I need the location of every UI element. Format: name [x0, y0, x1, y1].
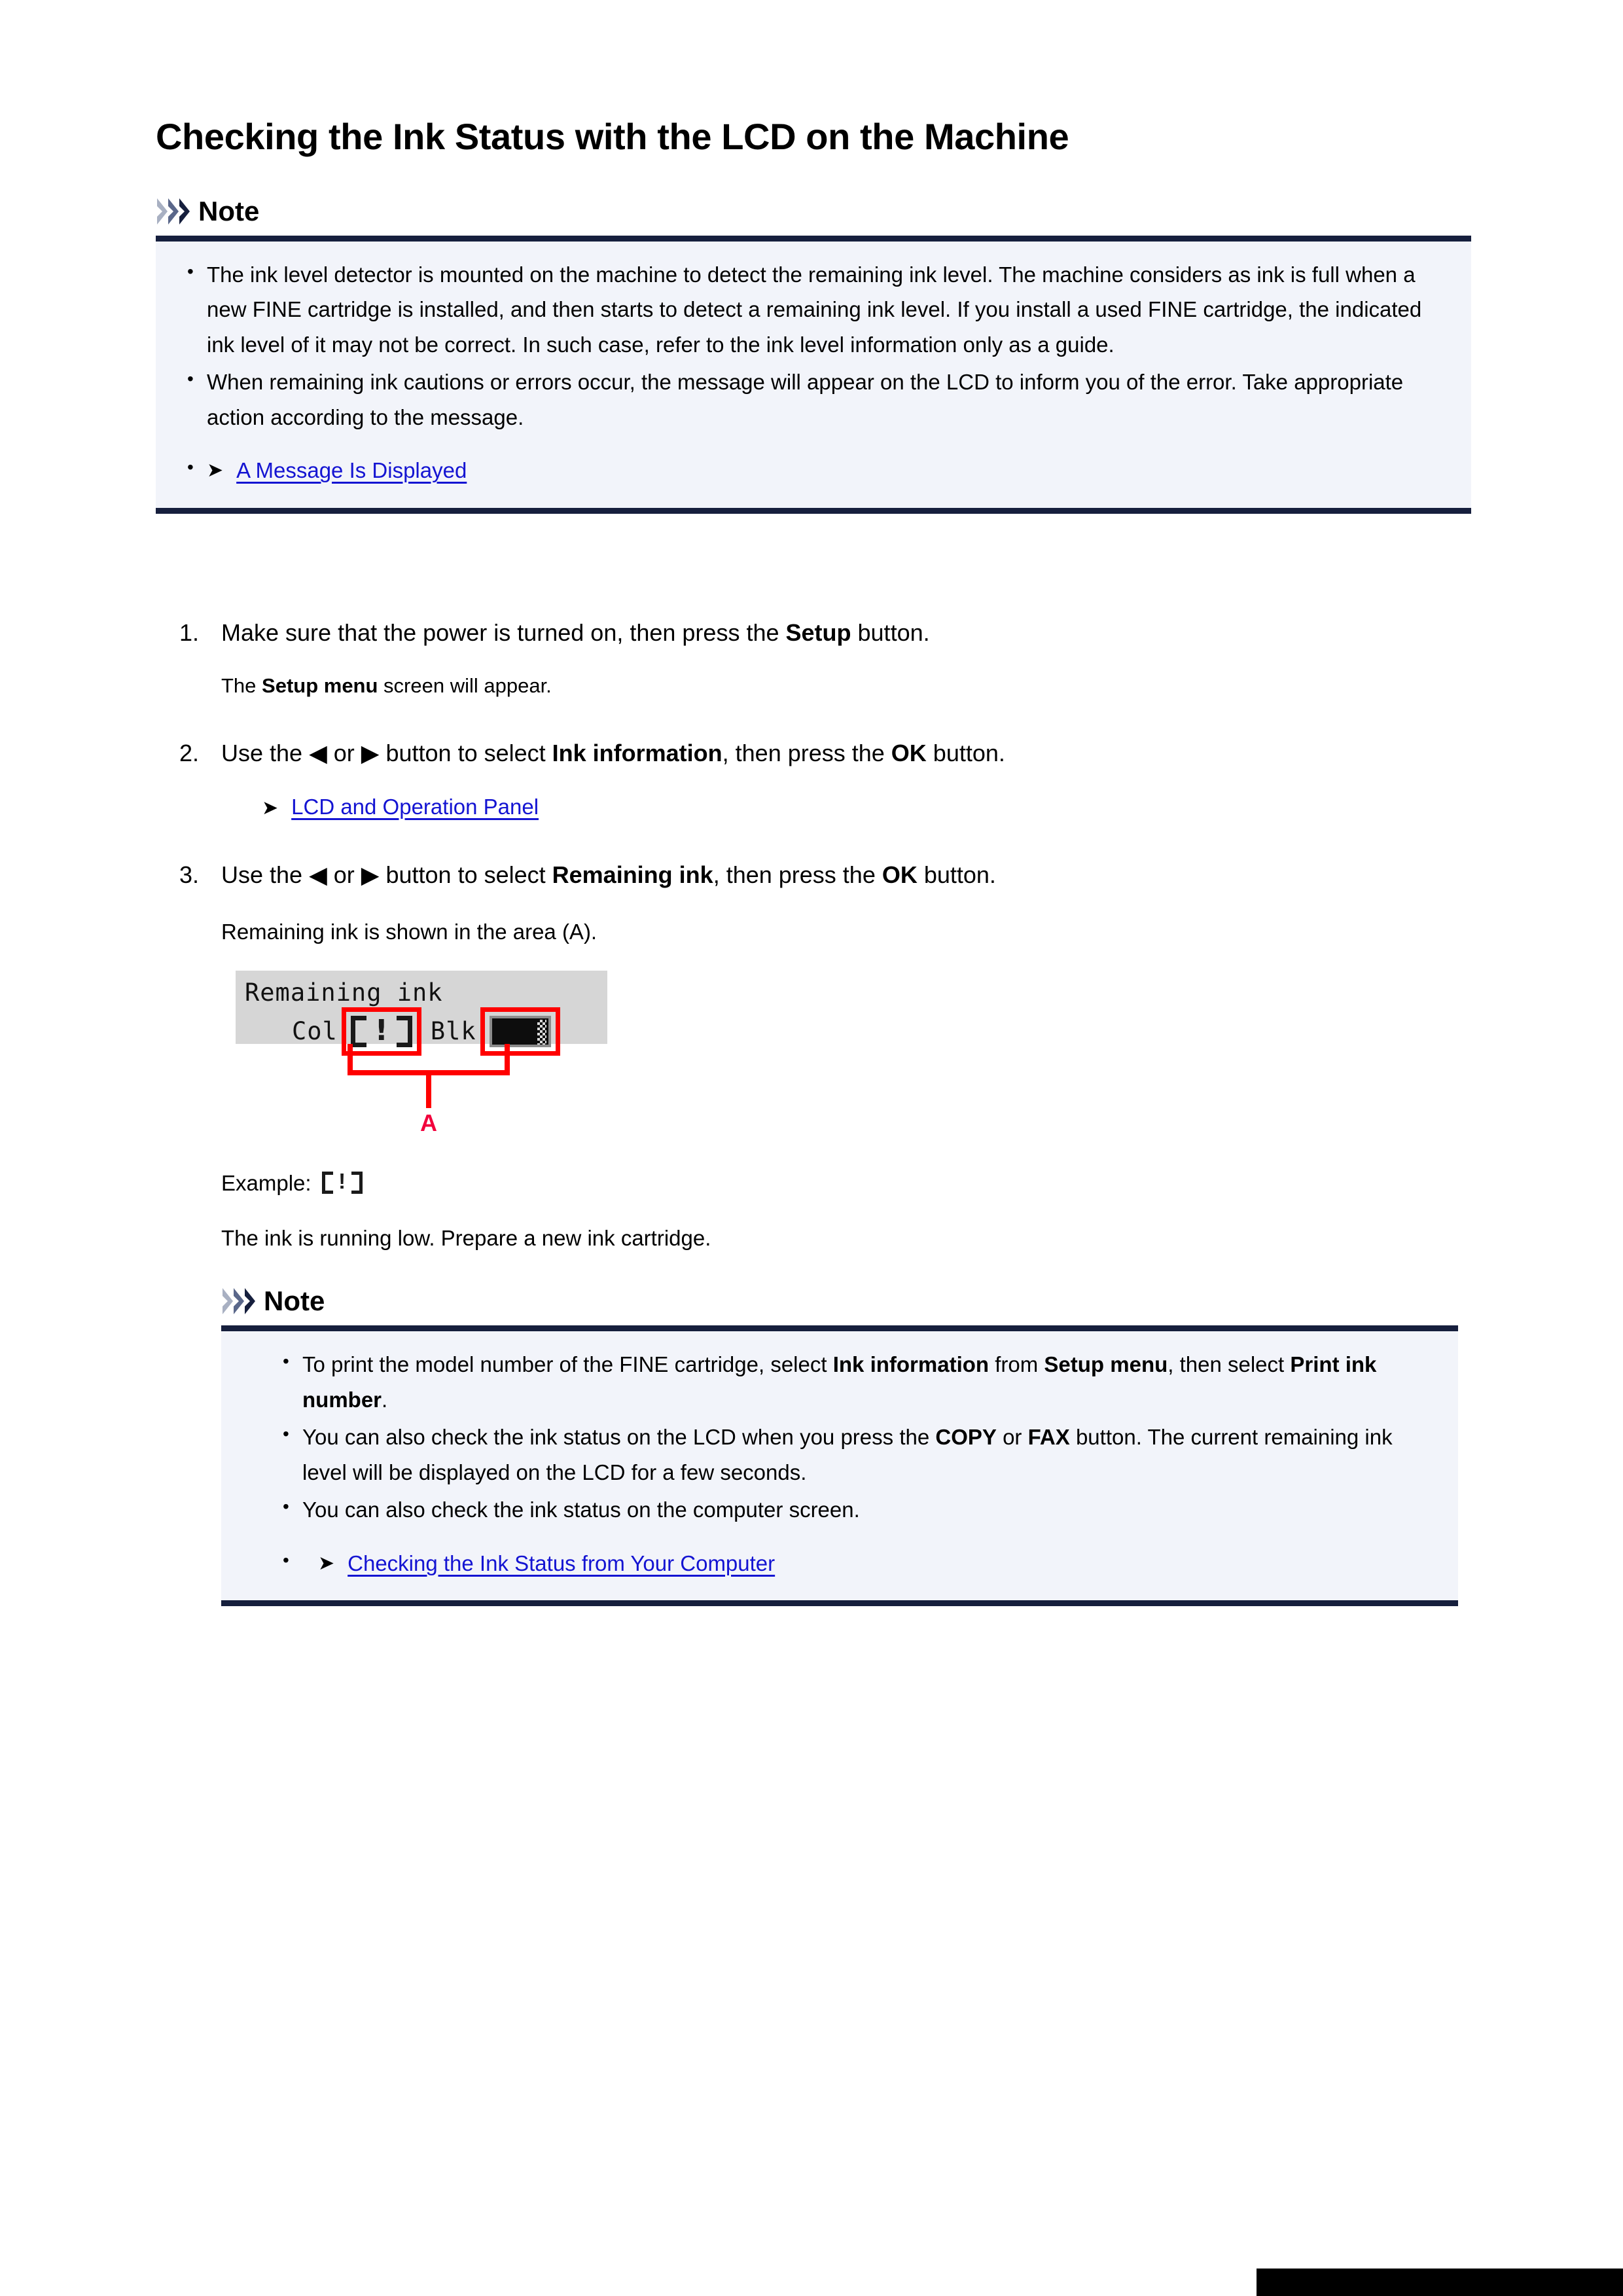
- chevron-dark-icon: [243, 1287, 257, 1316]
- note-chevrons-icon: [156, 196, 191, 226]
- note-bullet: You can also check the ink status on the…: [277, 1419, 1432, 1490]
- lcd-color-label: Col: [292, 1016, 338, 1045]
- lcd-ink-row: Col ! Blk: [245, 1007, 564, 1056]
- example-label: Example:: [221, 1170, 312, 1195]
- step-text: Use the ◀ or ▶ button to select Remainin…: [221, 861, 996, 888]
- page-footer-bar: [1257, 2269, 1623, 2296]
- note-bullet-text: When remaining ink cautions or errors oc…: [207, 370, 1404, 429]
- note-bullet-list-1: The ink level detector is mounted on the…: [156, 242, 1471, 508]
- low-ink-alert-icon: !: [321, 1170, 363, 1194]
- step-3-caption: Remaining ink is shown in the area (A).: [221, 919, 597, 944]
- step-text: Make sure that the power is turned on, t…: [221, 619, 930, 646]
- low-ink-alert-icon: !: [350, 1015, 412, 1047]
- note-label-1: Note: [198, 196, 260, 226]
- step-1: 1. Make sure that the power is turned on…: [156, 615, 1471, 702]
- step-number: 2.: [179, 740, 200, 767]
- link-a-message-is-displayed[interactable]: A Message Is Displayed: [236, 453, 467, 488]
- lcd-screen: Remaining ink Col ! Blk: [236, 970, 607, 1056]
- step-text: Use the ◀ or ▶ button to select Ink info…: [221, 740, 1005, 767]
- note-bullet-text: To print the model number of the FINE ca…: [302, 1352, 1377, 1412]
- callout-box-color: !: [341, 1007, 421, 1056]
- document-page: Checking the Ink Status with the LCD on …: [0, 0, 1623, 2296]
- note-block-1: Note The ink level detector is mounted o…: [156, 196, 1471, 514]
- example-row: Example: !: [221, 1167, 1471, 1200]
- example-description: The ink is running low. Prepare a new in…: [221, 1226, 711, 1251]
- callout-leader-stem: [426, 1069, 431, 1108]
- lcd-heading: Remaining ink: [245, 978, 443, 1007]
- chevron-dark-icon: [178, 197, 191, 226]
- note-heading-2: Note: [221, 1286, 1458, 1316]
- note-bullet-text: You can also check the ink status on the…: [302, 1498, 860, 1522]
- arrow-right-icon: ➤: [262, 797, 279, 819]
- note-block-2: Note To print the model number of the FI…: [221, 1286, 1458, 1607]
- note-bullet-text: The ink level detector is mounted on the…: [207, 262, 1422, 357]
- note-bullet-text: You can also check the ink status on the…: [302, 1425, 1393, 1484]
- page-title: Checking the Ink Status with the LCD on …: [156, 116, 1069, 157]
- link-lcd-and-operation-panel[interactable]: LCD and Operation Panel: [291, 791, 539, 823]
- note-bullet: You can also check the ink status on the…: [277, 1492, 1432, 1527]
- note-bullet-list-2: To print the model number of the FINE ca…: [221, 1331, 1458, 1600]
- note-chevrons-icon: [221, 1286, 255, 1316]
- note-body-1: The ink level detector is mounted on the…: [156, 236, 1471, 514]
- step-3: 3. Use the ◀ or ▶ button to select Remai…: [156, 857, 1471, 1607]
- callout-label-a: A: [420, 1109, 437, 1136]
- note-label-2: Note: [264, 1285, 325, 1317]
- step-2: 2. Use the ◀ or ▶ button to select Ink i…: [156, 736, 1471, 823]
- step-list: 1. Make sure that the power is turned on…: [156, 615, 1471, 1607]
- note-bullet: To print the model number of the FINE ca…: [277, 1346, 1432, 1417]
- note-link-row[interactable]: ➤ Checking the Ink Status from Your Comp…: [277, 1545, 1432, 1581]
- note-bullet: The ink level detector is mounted on the…: [182, 257, 1445, 362]
- step-number: 3.: [179, 861, 200, 888]
- lcd-illustration: Remaining ink Col ! Blk A: [236, 970, 615, 1141]
- note-link-row[interactable]: ➤ A Message Is Displayed: [182, 452, 1445, 488]
- arrow-right-icon: ➤: [207, 459, 224, 482]
- note-bullet: When remaining ink cautions or errors oc…: [182, 364, 1445, 435]
- arrow-right-icon: ➤: [318, 1552, 335, 1574]
- note-body-2: To print the model number of the FINE ca…: [221, 1325, 1458, 1607]
- link-checking-ink-status-from-computer[interactable]: Checking the Ink Status from Your Comput…: [348, 1546, 775, 1581]
- callout-box-black: [480, 1007, 560, 1056]
- lcd-black-label: Blk: [430, 1016, 476, 1045]
- step-link-row[interactable]: ➤ LCD and Operation Panel: [221, 791, 1471, 823]
- note-heading-1: Note: [156, 196, 1471, 226]
- step-subtext: The Setup menu screen will appear.: [221, 674, 552, 697]
- ink-level-bar-icon: [489, 1015, 551, 1047]
- step-number: 1.: [179, 619, 200, 646]
